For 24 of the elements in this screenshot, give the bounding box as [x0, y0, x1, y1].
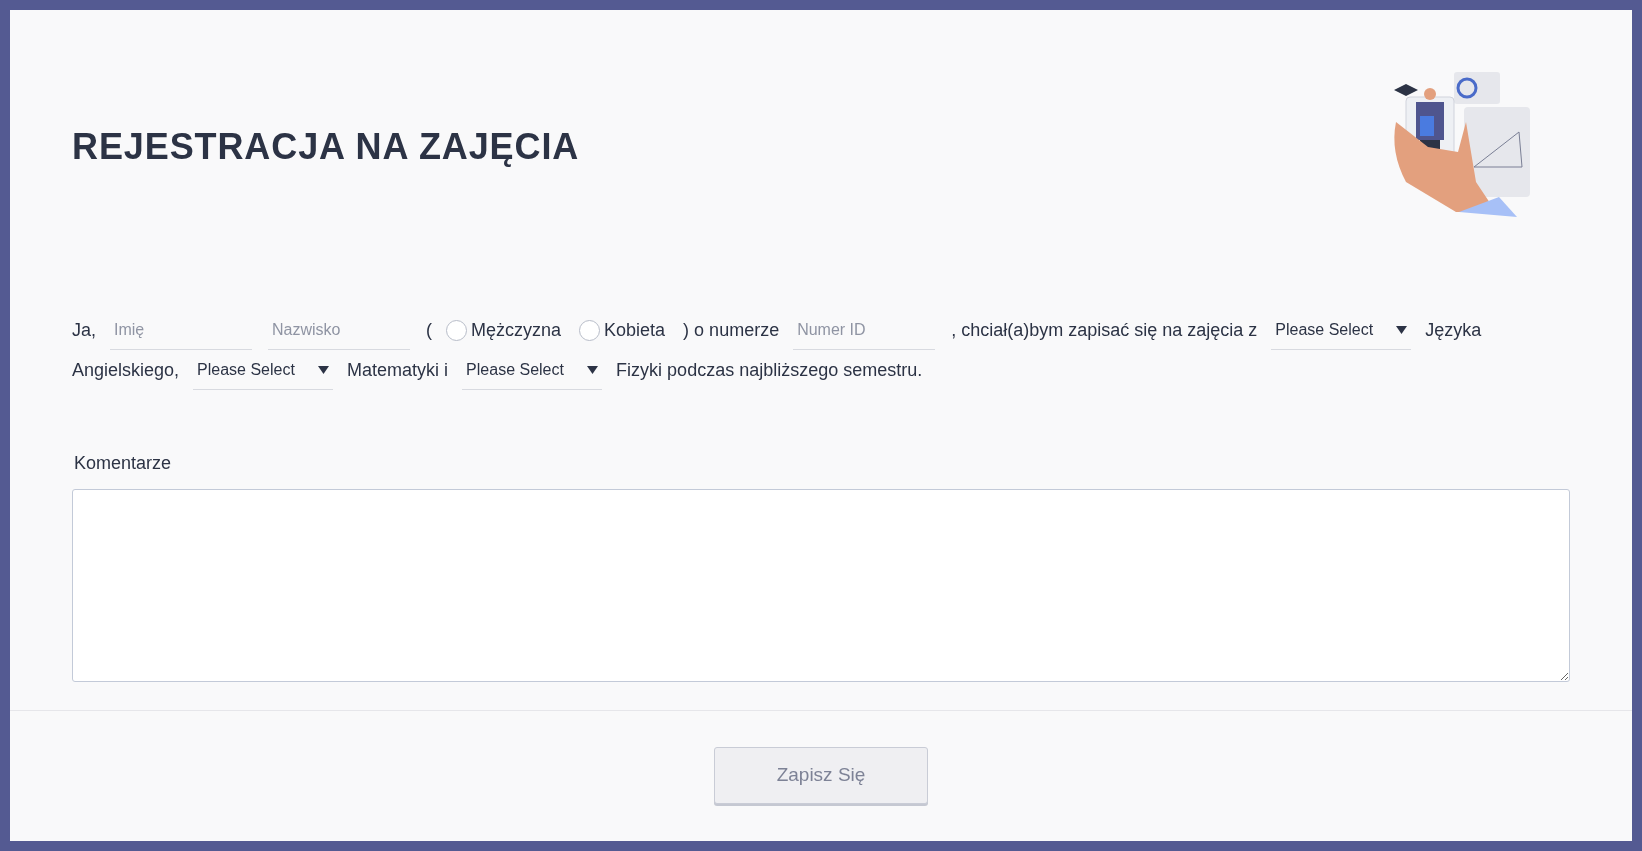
sentence-text: Ja,	[72, 319, 96, 343]
caret-icon	[1396, 325, 1408, 334]
sentence-text: Angielskiego,	[72, 359, 180, 382]
sentence-text: Matematyki i	[347, 359, 449, 382]
sentence-text: Fizyki podczas najbliższego semestru.	[616, 359, 923, 382]
caret-icon	[587, 365, 599, 374]
comments-field[interactable]	[72, 488, 1570, 682]
radio-option[interactable]: Mężczyzna	[446, 311, 562, 350]
field-label: Komentarze	[74, 452, 172, 473]
sentence-text: ) o numerze	[683, 319, 780, 343]
radio-button[interactable]	[446, 319, 467, 341]
sentence-text: , chciał(a)bym zapisać się na zajęcia z	[951, 319, 1258, 343]
sentence-text: (	[426, 319, 432, 343]
dropdown[interactable]: Please Select	[193, 350, 334, 390]
radio-option[interactable]: Kobieta	[579, 311, 666, 350]
radio-button[interactable]	[579, 319, 601, 341]
dropdown[interactable]: Please Select	[1271, 310, 1412, 350]
caret-icon	[318, 365, 330, 374]
sentence-text: Języka	[1425, 319, 1482, 343]
text-field[interactable]: Numer ID	[793, 310, 936, 350]
text-field[interactable]: Imię	[110, 310, 252, 350]
text-field[interactable]: Nazwisko	[268, 310, 410, 350]
page-title: REJESTRACJA NA ZAJĘCIA	[72, 125, 580, 169]
dropdown[interactable]: Please Select	[462, 350, 603, 390]
